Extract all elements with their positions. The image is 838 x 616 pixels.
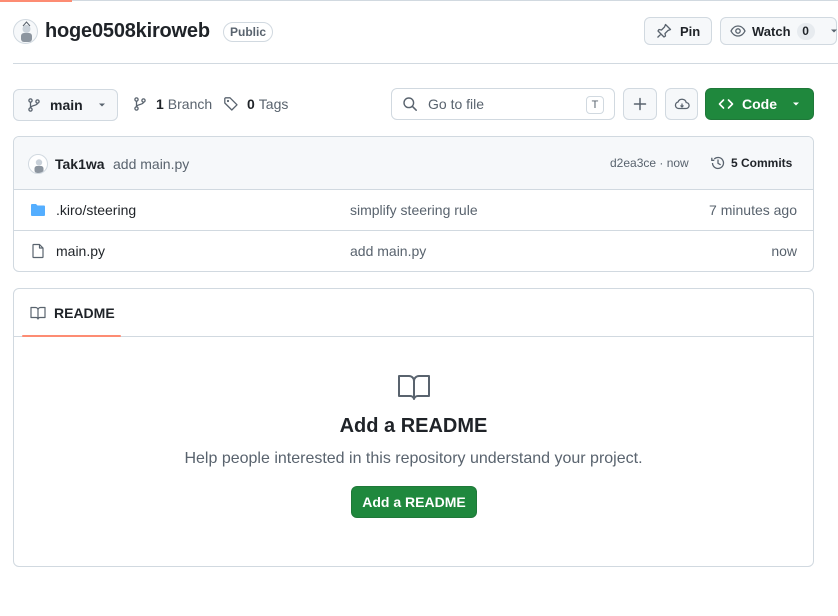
visibility-badge: Public [223, 22, 274, 42]
file-commit-time: 7 minutes ago [709, 202, 797, 218]
file-name[interactable]: .kiro/steering [56, 202, 136, 218]
commit-message[interactable]: add main.py [113, 156, 189, 172]
watch-label: Watch [752, 23, 791, 39]
eye-icon [730, 23, 746, 39]
add-readme-button[interactable]: Add a README [351, 486, 477, 518]
pin-icon [656, 23, 672, 39]
latest-commit-bar: Tak1wa add main.py d2ea3ce · now 5 Commi… [14, 137, 813, 190]
owner-avatar[interactable] [13, 19, 38, 44]
repo-name-link[interactable]: hoge0508kiroweb [45, 20, 210, 43]
readme-tabbar: README [14, 289, 813, 337]
branch-count-label: Branch [167, 96, 213, 112]
cloud-icon [674, 96, 690, 112]
go-to-file-input[interactable]: Go to file T [391, 88, 615, 120]
branches-link[interactable]: 1 Branch [132, 96, 212, 112]
commits-link[interactable]: 5 Commits [710, 155, 792, 171]
file-browser: Tak1wa add main.py d2ea3ce · now 5 Commi… [13, 136, 814, 272]
branch-icon [132, 96, 148, 112]
search-icon [402, 96, 418, 112]
file-commit-message[interactable]: simplify steering rule [350, 202, 478, 218]
add-file-button[interactable] [623, 88, 657, 120]
code-label: Code [742, 96, 777, 112]
tag-icon [223, 96, 239, 112]
commit-author[interactable]: Tak1wa [55, 156, 105, 172]
tags-link[interactable]: 0 Tags [223, 96, 288, 112]
top-border [0, 0, 838, 1]
history-icon [710, 155, 726, 171]
tab-readme[interactable]: README [30, 305, 115, 321]
folder-icon [30, 202, 46, 218]
watch-count: 0 [796, 22, 815, 40]
commits-count: 5 Commits [731, 156, 793, 170]
chevron-down-icon [97, 100, 107, 110]
branch-selector[interactable]: main [13, 89, 118, 121]
chevron-down-icon[interactable] [829, 26, 838, 36]
file-commit-time: now [771, 243, 797, 259]
commit-author-avatar[interactable] [28, 154, 48, 174]
watch-button[interactable]: Watch 0 [720, 17, 837, 45]
file-commit-message[interactable]: add main.py [350, 243, 426, 259]
header-divider [13, 63, 838, 64]
book-icon [397, 373, 431, 401]
active-tab-indicator [0, 0, 72, 2]
pin-button[interactable]: Pin [644, 17, 712, 45]
plus-icon [632, 96, 648, 112]
search-placeholder: Go to file [428, 96, 485, 112]
chevron-down-icon [791, 99, 801, 109]
tab-underline [22, 335, 121, 337]
readme-panel: README Add a README Help people interest… [13, 288, 814, 567]
keyboard-shortcut-hint: T [586, 96, 604, 114]
file-name[interactable]: main.py [56, 243, 105, 259]
book-icon [30, 305, 46, 321]
branch-count: 1 [156, 96, 164, 112]
commit-sha-time[interactable]: d2ea3ce · now [610, 156, 689, 170]
file-row[interactable]: .kiro/steering simplify steering rule 7 … [14, 190, 813, 231]
file-row[interactable]: main.py add main.py now [14, 231, 813, 271]
readme-empty-description: Help people interested in this repositor… [184, 450, 643, 467]
code-button[interactable]: Code [705, 88, 814, 120]
file-icon [30, 243, 46, 259]
readme-empty-title: Add a README [339, 415, 488, 437]
codespaces-button[interactable] [665, 88, 698, 120]
branch-name: main [50, 97, 83, 113]
tag-count: 0 [247, 96, 255, 112]
readme-tab-label: README [54, 305, 115, 321]
code-icon [718, 96, 734, 112]
branch-icon [26, 97, 42, 113]
pin-label: Pin [680, 23, 701, 39]
tag-count-label: Tags [258, 96, 289, 112]
